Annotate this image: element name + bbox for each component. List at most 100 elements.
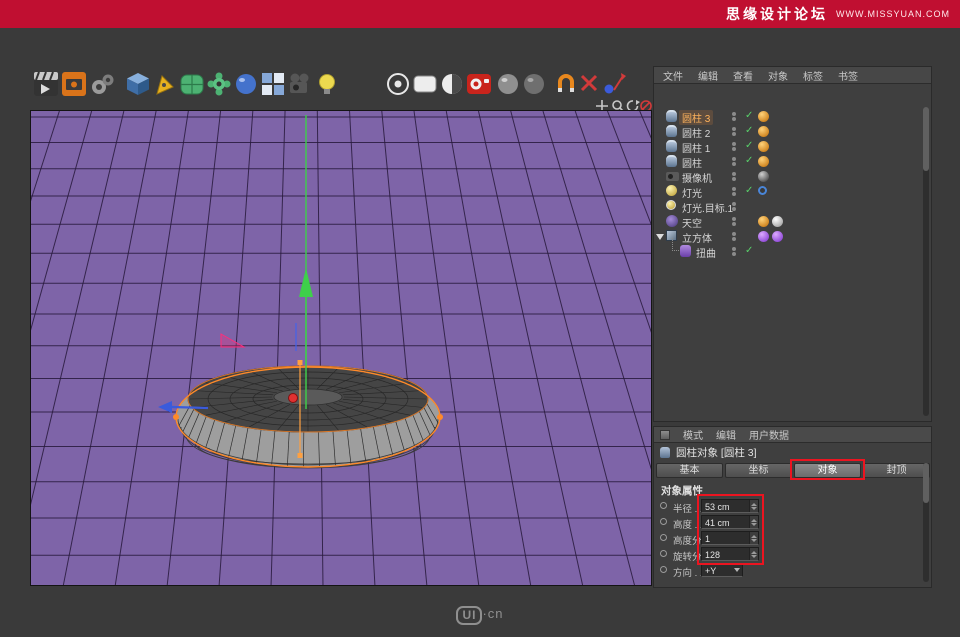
enable-check[interactable]: ✓ — [745, 185, 753, 196]
object-label[interactable]: 灯光 — [682, 185, 702, 200]
material-tag-icon[interactable] — [772, 231, 783, 242]
snap-icon[interactable] — [558, 76, 574, 92]
object-row-cylinder2[interactable]: 圆柱 2 ✓ — [654, 124, 921, 139]
object-row-sky[interactable]: 天空 — [654, 214, 921, 229]
enable-check[interactable]: ✓ — [745, 125, 753, 136]
height-segments-input[interactable]: 1 — [701, 531, 759, 545]
display-tag-icon[interactable] — [758, 171, 769, 182]
keyframe-dot[interactable] — [660, 534, 667, 541]
object-row-light[interactable]: 灯光 ✓ — [654, 184, 921, 199]
object-row-bend[interactable]: 扭曲 ✓ — [654, 244, 921, 259]
render-half-icon[interactable] — [442, 74, 462, 94]
panel-icon[interactable] — [660, 430, 670, 440]
spinner-arrows[interactable] — [749, 516, 758, 528]
render-to-picture-viewer-icon[interactable] — [467, 74, 491, 94]
menu-object[interactable]: 对象 — [768, 68, 788, 83]
object-label[interactable]: 天空 — [682, 215, 702, 230]
menu-bookmarks[interactable]: 书签 — [838, 68, 858, 83]
tab-object[interactable]: 对象 — [794, 463, 861, 478]
material-tag-icon[interactable] — [758, 216, 769, 227]
primitive-cube-icon[interactable] — [127, 73, 149, 95]
visibility-dots[interactable] — [732, 171, 736, 182]
keyframe-dot[interactable] — [660, 550, 667, 557]
render-region-icon[interactable] — [414, 76, 436, 92]
spinner-arrows[interactable] — [749, 500, 758, 512]
visibility-dots[interactable] — [732, 246, 736, 257]
object-label[interactable]: 圆柱 1 — [682, 140, 710, 155]
object-label[interactable]: 圆柱 2 — [682, 125, 710, 140]
field-value: 41 cm — [702, 516, 749, 528]
viewport[interactable] — [30, 110, 652, 586]
render-settings-icon[interactable] — [62, 72, 86, 96]
object-row-light-target[interactable]: 灯光.目标.1 — [654, 199, 921, 214]
coordinate-system-icon[interactable] — [605, 73, 627, 94]
axis-lock-icon[interactable] — [582, 76, 596, 90]
tab-caps[interactable]: 封顶 — [863, 463, 930, 478]
menu-edit[interactable]: 编辑 — [698, 68, 718, 83]
clapper-icon[interactable] — [34, 72, 58, 96]
mograph-icon[interactable] — [262, 73, 284, 95]
shading-sphere-a-icon[interactable] — [498, 74, 518, 94]
mode-menu-userdata[interactable]: 用户数据 — [749, 427, 789, 442]
tab-basic[interactable]: 基本 — [656, 463, 723, 478]
object-row-cube[interactable]: 立方体 — [654, 229, 921, 244]
camera-icon[interactable] — [290, 74, 309, 94]
mode-menu-edit[interactable]: 编辑 — [716, 427, 736, 442]
enable-check[interactable]: ✓ — [745, 140, 753, 151]
visibility-dots[interactable] — [732, 141, 736, 152]
material-tag-icon[interactable] — [758, 111, 769, 122]
rotation-segments-input[interactable]: 128 — [701, 547, 759, 561]
expand-arrow-icon[interactable] — [656, 234, 664, 240]
visibility-dots[interactable] — [732, 216, 736, 227]
visibility-dots[interactable] — [732, 186, 736, 197]
object-label[interactable]: 摄像机 — [682, 170, 712, 185]
subdivision-surface-icon[interactable] — [181, 75, 203, 94]
shading-sphere-b-icon[interactable] — [524, 74, 544, 94]
material-tag-icon[interactable] — [772, 216, 783, 227]
visibility-dots[interactable] — [732, 201, 736, 212]
object-row-camera[interactable]: 摄像机 — [654, 169, 921, 184]
material-tag-icon[interactable] — [758, 231, 769, 242]
enable-check[interactable]: ✓ — [745, 245, 753, 256]
material-tag-icon[interactable] — [758, 141, 769, 152]
render-view-icon[interactable] — [388, 74, 408, 94]
keyframe-dot[interactable] — [660, 566, 667, 573]
height-input[interactable]: 41 cm — [701, 515, 759, 529]
visibility-dots[interactable] — [732, 156, 736, 167]
menu-view[interactable]: 查看 — [733, 68, 753, 83]
tab-coord[interactable]: 坐标 — [725, 463, 792, 478]
render-team-icon[interactable] — [92, 75, 114, 95]
object-row-cylinder1[interactable]: 圆柱 1 ✓ — [654, 139, 921, 154]
spinner-arrows[interactable] — [749, 548, 758, 560]
object-row-cylinder3[interactable]: 圆柱 3 ✓ — [654, 109, 921, 124]
attribute-manager-scrollbar[interactable] — [923, 463, 929, 582]
orientation-dropdown[interactable]: +Y — [701, 563, 743, 577]
pen-spline-icon[interactable] — [157, 76, 173, 94]
object-row-cylinder[interactable]: 圆柱 ✓ — [654, 154, 921, 169]
menu-tags[interactable]: 标签 — [803, 68, 823, 83]
object-label[interactable]: 灯光.目标.1 — [682, 200, 733, 215]
radius-input[interactable]: 53 cm — [701, 499, 759, 513]
keyframe-dot[interactable] — [660, 518, 667, 525]
target-tag-icon[interactable] — [758, 186, 767, 195]
object-label[interactable]: 圆柱 — [682, 155, 702, 170]
material-tag-icon[interactable] — [758, 156, 769, 167]
mode-menu-mode[interactable]: 模式 — [683, 427, 703, 442]
menu-file[interactable]: 文件 — [663, 68, 683, 83]
simulation-icon[interactable] — [236, 74, 256, 94]
visibility-dots[interactable] — [732, 126, 736, 137]
material-tag-icon[interactable] — [758, 126, 769, 137]
visibility-dots[interactable] — [732, 231, 736, 242]
object-manager-scrollbar[interactable] — [923, 107, 929, 416]
viewport-canvas[interactable] — [31, 111, 651, 585]
visibility-dots[interactable] — [732, 111, 736, 122]
generator-icon[interactable] — [208, 73, 231, 96]
object-label[interactable]: 立方体 — [682, 230, 712, 245]
enable-check[interactable]: ✓ — [745, 110, 753, 121]
enable-check[interactable]: ✓ — [745, 155, 753, 166]
light-icon[interactable] — [320, 75, 335, 95]
keyframe-dot[interactable] — [660, 502, 667, 509]
object-label[interactable]: 扭曲 — [696, 245, 716, 260]
object-label[interactable]: 圆柱 3 — [679, 110, 713, 125]
spinner-arrows[interactable] — [749, 532, 758, 544]
